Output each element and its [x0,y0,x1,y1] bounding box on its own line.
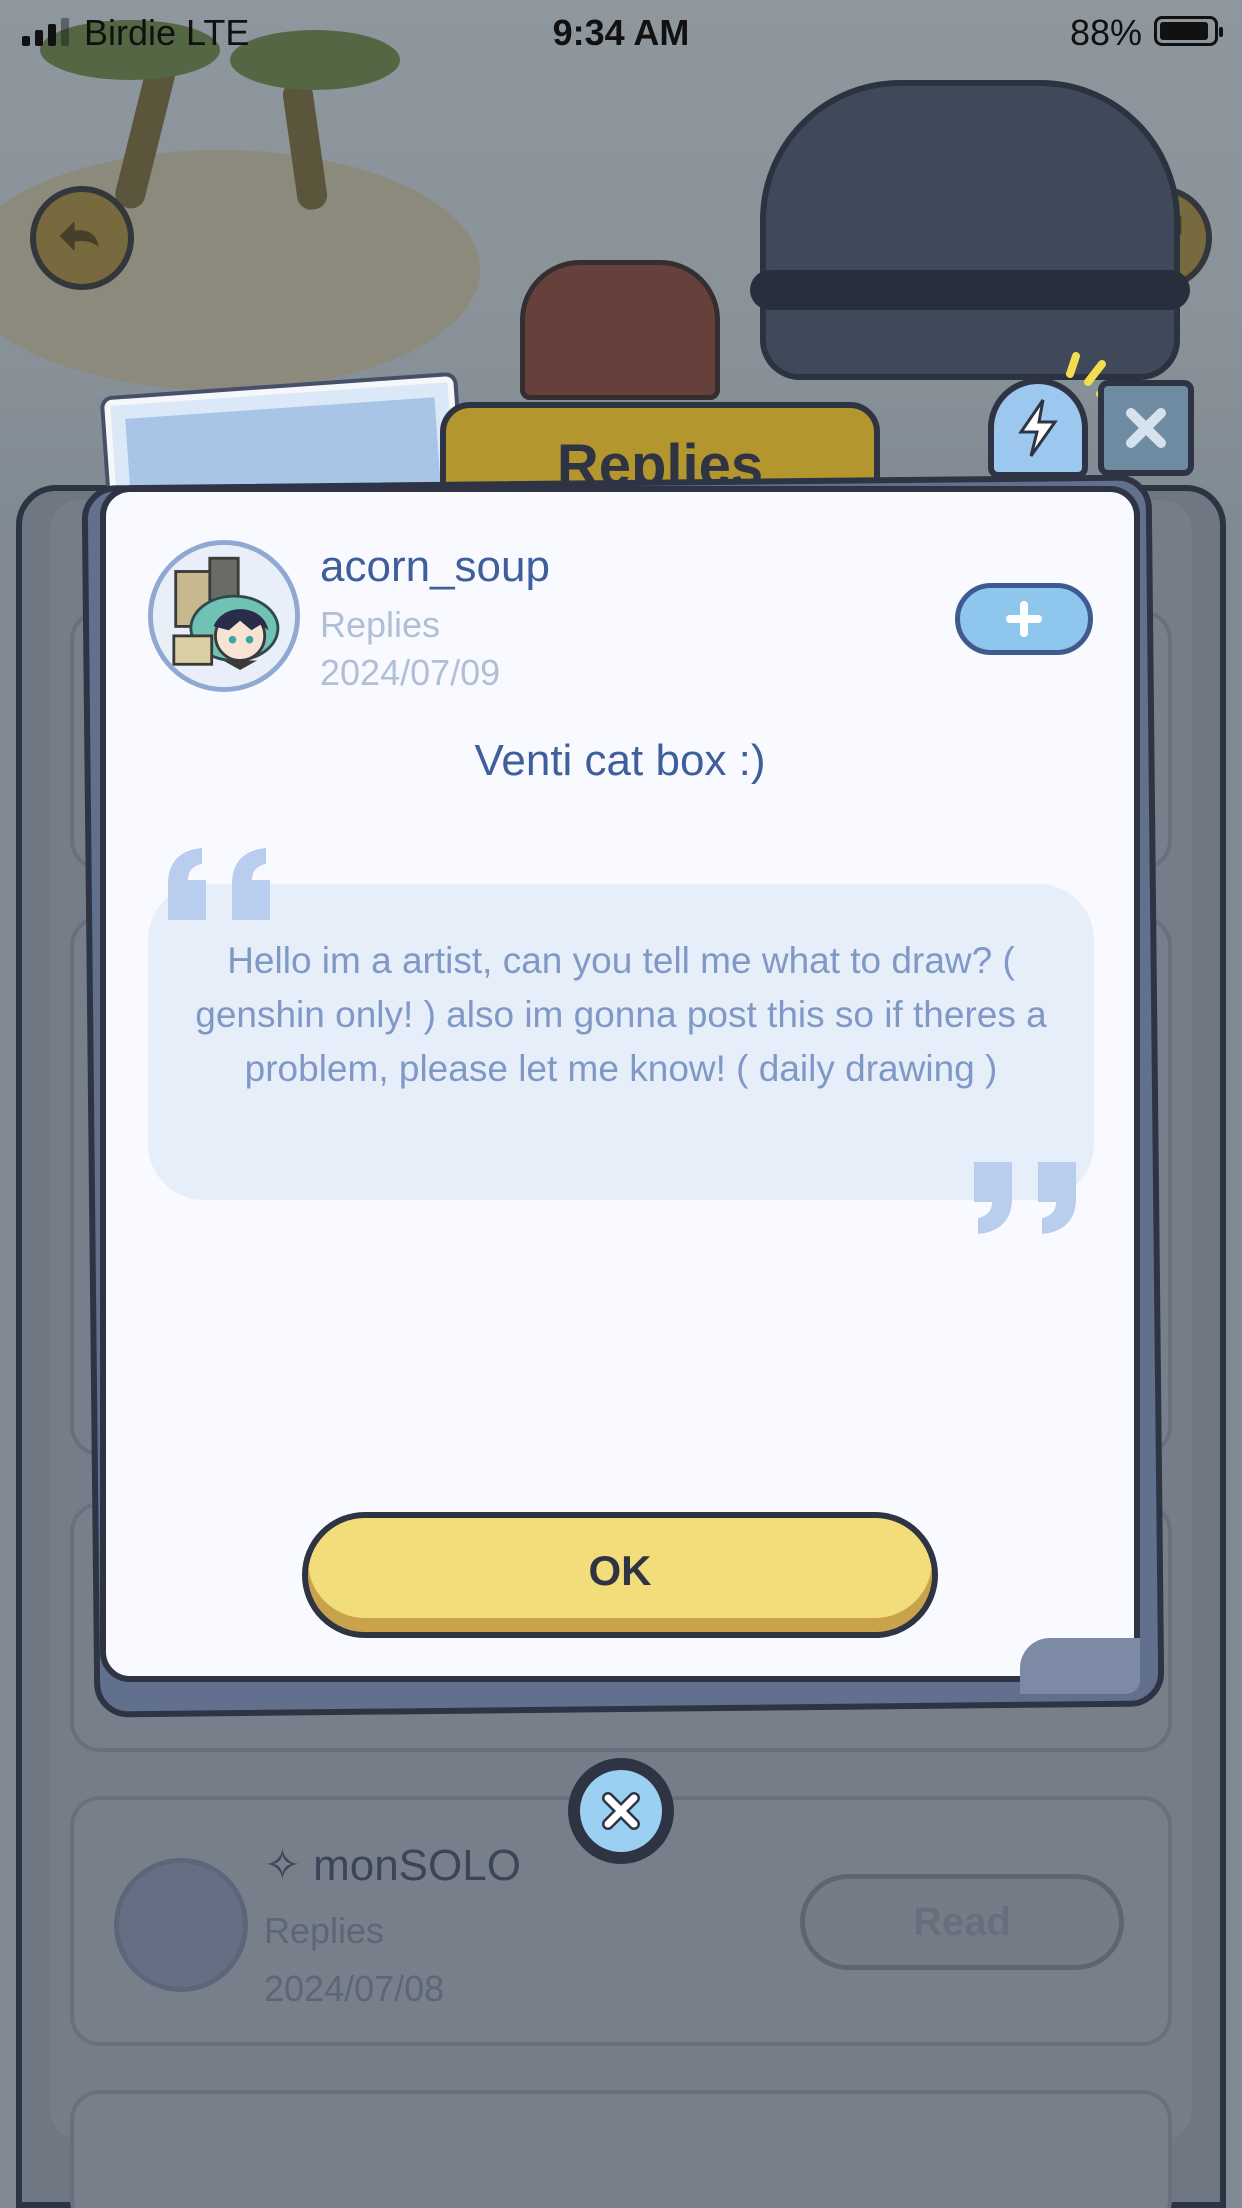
close-x-icon [1126,408,1166,448]
ok-button-label: OK [588,1547,652,1594]
reply-date: 2024/07/09 [320,652,501,693]
avatar[interactable] [148,540,300,692]
close-x-icon [602,1792,640,1830]
dialog-close-button[interactable] [568,1758,674,1864]
plus-icon [1006,601,1042,637]
battery-percent: 88% [1069,12,1142,53]
open-quote-icon [168,848,270,920]
follow-button[interactable] [955,583,1093,655]
character-avatar [153,545,295,687]
post-title: Venti cat box :) [474,736,766,785]
message-text: Hello im a artist, can you tell me what … [195,940,1047,1089]
close-quote-icon [974,1162,1076,1234]
username[interactable]: acorn_soup [320,542,550,592]
ok-button[interactable]: OK [302,1512,938,1638]
reply-type: Replies [320,604,441,645]
lightning-icon [1018,399,1058,457]
tab-close-button[interactable] [1098,380,1194,476]
page-curl [1020,1638,1140,1694]
status-bar: Birdie LTE 9:34 AM 88% [0,0,1242,62]
battery-icon [1154,16,1223,46]
clock: 9:34 AM [552,12,690,53]
